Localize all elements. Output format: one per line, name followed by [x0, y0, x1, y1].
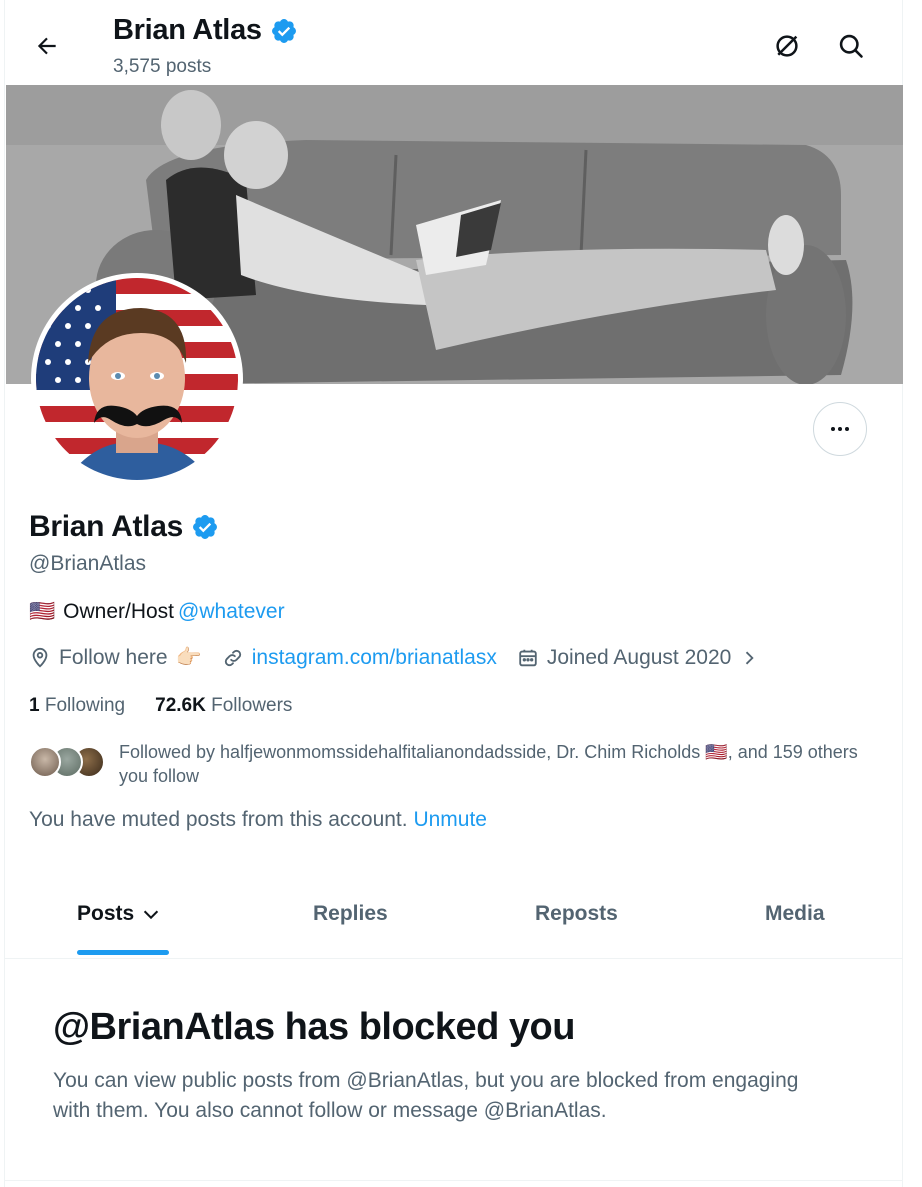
bio-mention-link[interactable]: @whatever: [178, 600, 285, 624]
tab-replies[interactable]: Replies: [313, 870, 388, 958]
header-title: Brian Atlas: [113, 14, 298, 47]
profile-handle: @BrianAtlas: [29, 552, 147, 575]
avatar-image: [36, 278, 238, 480]
unmute-link[interactable]: Unmute: [413, 808, 487, 831]
tab-label: Posts: [77, 902, 135, 925]
chevron-down-icon: [144, 910, 159, 920]
followers-label: Followers: [211, 695, 293, 716]
search-icon: [839, 34, 863, 58]
top-bar: Brian Atlas 3,575 posts: [5, 0, 902, 85]
more-options-button[interactable]: [813, 402, 867, 456]
profile-tabs: Posts Replies Reposts Media: [5, 870, 902, 959]
muted-notice: You have muted posts from this account. …: [29, 808, 487, 832]
profile-page: Brian Atlas 3,575 posts Brian Atlas @Bri…: [4, 0, 903, 1187]
profile-meta: Follow here 👉🏻 instagram.com/brianatlasx…: [29, 646, 759, 670]
location-item: Follow here 👉🏻: [29, 646, 202, 670]
chevron-right-icon: [746, 651, 754, 665]
back-button[interactable]: [27, 26, 67, 66]
calendar-icon: [519, 649, 537, 667]
profile-avatar[interactable]: [31, 273, 243, 485]
us-flag-emoji: 🇺🇸: [29, 600, 56, 623]
tab-label: Media: [765, 902, 825, 925]
bio-text: Owner/Host: [63, 600, 175, 623]
following-count: 1: [29, 695, 40, 716]
follow-counts: 1 Following 72.6K Followers: [29, 695, 292, 717]
tab-label: Replies: [313, 902, 388, 925]
following-label: Following: [44, 695, 126, 716]
website-item: instagram.com/brianatlasx: [222, 646, 497, 670]
verified-badge-icon: [271, 18, 296, 43]
profile-bio: 🇺🇸 Owner/Host @whatever: [29, 600, 285, 624]
followers-count-link[interactable]: 72.6K Followers: [155, 695, 292, 717]
following-count-link[interactable]: 1 Following: [29, 695, 125, 717]
pointing-right-emoji: 👉🏻: [175, 646, 202, 669]
arrow-left-icon: [37, 37, 56, 55]
verified-badge-icon[interactable]: [191, 513, 219, 541]
avatar: [29, 746, 61, 778]
link-icon: [224, 649, 241, 667]
profile-name-row: Brian Atlas: [29, 510, 219, 544]
location-pin-icon: [32, 647, 48, 668]
website-link[interactable]: instagram.com/brianatlasx: [252, 646, 497, 670]
followers-count: 72.6K: [155, 695, 206, 716]
profile-name: Brian Atlas: [29, 510, 183, 543]
muted-text: You have muted posts from this account.: [29, 808, 408, 831]
joined-item[interactable]: Joined August 2020: [517, 646, 760, 670]
tab-label: Reposts: [535, 902, 618, 925]
post-count: 3,575 posts: [113, 56, 212, 77]
active-tab-indicator: [77, 950, 169, 955]
joined-text: Joined August 2020: [546, 646, 732, 669]
blocked-message: You can view public posts from @BrianAtl…: [53, 1069, 799, 1122]
avatar-photo: [36, 278, 238, 480]
followed-by-avatars: [29, 740, 109, 778]
followed-by: Followed by halfjewonmomssidehalfitalian…: [29, 740, 869, 788]
tab-media[interactable]: Media: [765, 870, 825, 958]
blocked-title: @BrianAtlas has blocked you: [53, 1006, 575, 1048]
more-horizontal-icon: [831, 427, 849, 431]
header-name: Brian Atlas: [113, 14, 262, 46]
tab-posts[interactable]: Posts: [77, 870, 162, 958]
search-button[interactable]: [829, 24, 873, 68]
location-text: Follow here: [59, 646, 168, 669]
slashed-circle-icon: [776, 35, 798, 57]
tab-reposts[interactable]: Reposts: [535, 870, 618, 958]
followed-by-text[interactable]: Followed by halfjewonmomssidehalfitalian…: [119, 740, 869, 788]
grok-button[interactable]: [765, 24, 809, 68]
divider: [5, 1180, 902, 1181]
